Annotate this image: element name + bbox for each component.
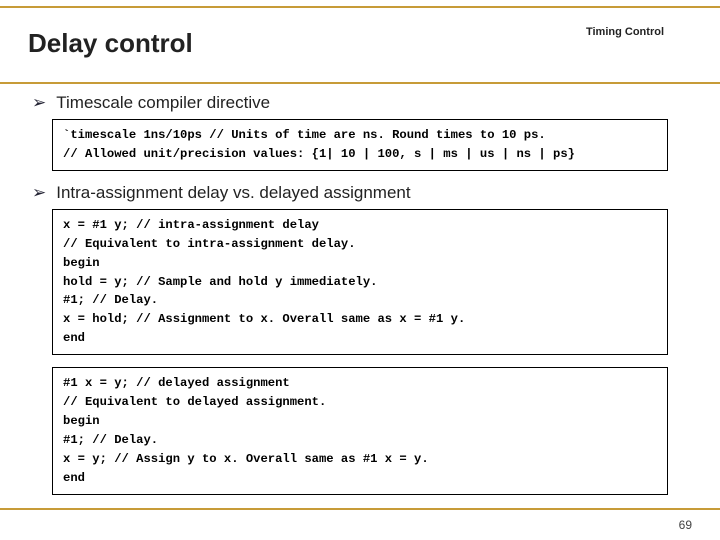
bottom-rule — [0, 508, 720, 510]
title-rule — [0, 82, 720, 84]
code-intra-assignment: x = #1 y; // intra-assignment delay // E… — [52, 209, 668, 355]
arrow-icon: ➢ — [32, 94, 46, 111]
bullet-1: ➢ Timescale compiler directive — [32, 93, 692, 113]
bullet-2: ➢ Intra-assignment delay vs. delayed ass… — [32, 183, 692, 203]
section-label: Timing Control — [586, 26, 664, 38]
arrow-icon: ➢ — [32, 184, 46, 201]
bullet-text: Timescale compiler directive — [56, 93, 270, 113]
header: Timing Control Delay control — [28, 0, 692, 69]
bullet-text: Intra-assignment delay vs. delayed assig… — [56, 183, 410, 203]
code-timescale: `timescale 1ns/10ps // Units of time are… — [52, 119, 668, 171]
page-number: 69 — [679, 518, 692, 532]
slide: Timing Control Delay control ➢ Timescale… — [0, 0, 720, 540]
code-delayed-assignment: #1 x = y; // delayed assignment // Equiv… — [52, 367, 668, 494]
content: ➢ Timescale compiler directive `timescal… — [28, 69, 692, 495]
